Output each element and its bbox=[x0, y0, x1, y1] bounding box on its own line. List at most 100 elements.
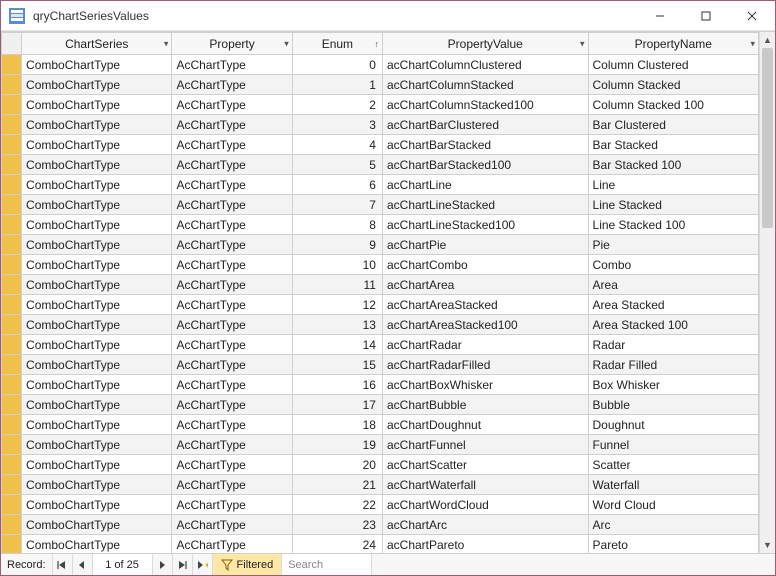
cell-property[interactable]: AcChartType bbox=[172, 495, 292, 515]
row-selector[interactable] bbox=[2, 75, 22, 95]
cell-propertyvalue[interactable]: acChartRadar bbox=[382, 335, 588, 355]
cell-property[interactable]: AcChartType bbox=[172, 415, 292, 435]
table-row[interactable]: ComboChartTypeAcChartType2acChartColumnS… bbox=[2, 95, 759, 115]
cell-propertyvalue[interactable]: acChartArea bbox=[382, 275, 588, 295]
row-selector[interactable] bbox=[2, 155, 22, 175]
cell-propertyvalue[interactable]: acChartRadarFilled bbox=[382, 355, 588, 375]
cell-property[interactable]: AcChartType bbox=[172, 215, 292, 235]
table-row[interactable]: ComboChartTypeAcChartType14acChartRadarR… bbox=[2, 335, 759, 355]
cell-property[interactable]: AcChartType bbox=[172, 95, 292, 115]
cell-chartseries[interactable]: ComboChartType bbox=[22, 535, 172, 554]
row-selector[interactable] bbox=[2, 335, 22, 355]
cell-propertyname[interactable]: Scatter bbox=[588, 455, 758, 475]
cell-enum[interactable]: 5 bbox=[292, 155, 382, 175]
cell-property[interactable]: AcChartType bbox=[172, 355, 292, 375]
cell-propertyvalue[interactable]: acChartBarClustered bbox=[382, 115, 588, 135]
cell-enum[interactable]: 4 bbox=[292, 135, 382, 155]
filter-indicator[interactable]: Filtered bbox=[213, 554, 283, 575]
close-button[interactable] bbox=[729, 1, 775, 30]
cell-chartseries[interactable]: ComboChartType bbox=[22, 255, 172, 275]
table-row[interactable]: ComboChartTypeAcChartType9acChartPiePie bbox=[2, 235, 759, 255]
row-selector[interactable] bbox=[2, 355, 22, 375]
cell-propertyname[interactable]: Column Clustered bbox=[588, 55, 758, 75]
cell-propertyvalue[interactable]: acChartPie bbox=[382, 235, 588, 255]
cell-propertyname[interactable]: Arc bbox=[588, 515, 758, 535]
row-selector[interactable] bbox=[2, 115, 22, 135]
cell-enum[interactable]: 9 bbox=[292, 235, 382, 255]
col-header-chartseries[interactable]: ChartSeries ▾ bbox=[22, 33, 172, 55]
search-input[interactable]: Search bbox=[282, 554, 372, 575]
cell-property[interactable]: AcChartType bbox=[172, 155, 292, 175]
chevron-down-icon[interactable]: ▾ bbox=[580, 38, 585, 49]
cell-chartseries[interactable]: ComboChartType bbox=[22, 335, 172, 355]
cell-propertyvalue[interactable]: acChartColumnStacked bbox=[382, 75, 588, 95]
row-selector[interactable] bbox=[2, 315, 22, 335]
cell-propertyname[interactable]: Combo bbox=[588, 255, 758, 275]
table-row[interactable]: ComboChartTypeAcChartType3acChartBarClus… bbox=[2, 115, 759, 135]
cell-propertyvalue[interactable]: acChartDoughnut bbox=[382, 415, 588, 435]
cell-propertyvalue[interactable]: acChartLineStacked bbox=[382, 195, 588, 215]
cell-chartseries[interactable]: ComboChartType bbox=[22, 455, 172, 475]
table-row[interactable]: ComboChartTypeAcChartType15acChartRadarF… bbox=[2, 355, 759, 375]
col-header-propertyvalue[interactable]: PropertyValue ▾ bbox=[382, 33, 588, 55]
sort-asc-icon[interactable]: ↑ bbox=[374, 39, 379, 49]
cell-enum[interactable]: 2 bbox=[292, 95, 382, 115]
cell-property[interactable]: AcChartType bbox=[172, 135, 292, 155]
cell-propertyvalue[interactable]: acChartCombo bbox=[382, 255, 588, 275]
cell-propertyvalue[interactable]: acChartColumnClustered bbox=[382, 55, 588, 75]
cell-propertyname[interactable]: Funnel bbox=[588, 435, 758, 455]
row-selector[interactable] bbox=[2, 195, 22, 215]
table-row[interactable]: ComboChartTypeAcChartType5acChartBarStac… bbox=[2, 155, 759, 175]
cell-chartseries[interactable]: ComboChartType bbox=[22, 435, 172, 455]
row-selector[interactable] bbox=[2, 175, 22, 195]
cell-propertyvalue[interactable]: acChartBubble bbox=[382, 395, 588, 415]
cell-property[interactable]: AcChartType bbox=[172, 475, 292, 495]
table-row[interactable]: ComboChartTypeAcChartType13acChartAreaSt… bbox=[2, 315, 759, 335]
cell-chartseries[interactable]: ComboChartType bbox=[22, 95, 172, 115]
cell-propertyname[interactable]: Column Stacked 100 bbox=[588, 95, 758, 115]
cell-property[interactable]: AcChartType bbox=[172, 335, 292, 355]
scroll-thumb[interactable] bbox=[762, 48, 773, 228]
cell-propertyname[interactable]: Bar Stacked bbox=[588, 135, 758, 155]
cell-propertyname[interactable]: Pareto bbox=[588, 535, 758, 554]
cell-property[interactable]: AcChartType bbox=[172, 315, 292, 335]
cell-propertyvalue[interactable]: acChartWordCloud bbox=[382, 495, 588, 515]
cell-propertyname[interactable]: Line Stacked 100 bbox=[588, 215, 758, 235]
table-row[interactable]: ComboChartTypeAcChartType7acChartLineSta… bbox=[2, 195, 759, 215]
cell-enum[interactable]: 7 bbox=[292, 195, 382, 215]
cell-chartseries[interactable]: ComboChartType bbox=[22, 135, 172, 155]
cell-chartseries[interactable]: ComboChartType bbox=[22, 315, 172, 335]
cell-enum[interactable]: 14 bbox=[292, 335, 382, 355]
row-selector[interactable] bbox=[2, 395, 22, 415]
cell-property[interactable]: AcChartType bbox=[172, 115, 292, 135]
cell-chartseries[interactable]: ComboChartType bbox=[22, 195, 172, 215]
cell-propertyname[interactable]: Bar Clustered bbox=[588, 115, 758, 135]
cell-propertyvalue[interactable]: acChartPareto bbox=[382, 535, 588, 554]
row-selector[interactable] bbox=[2, 55, 22, 75]
cell-property[interactable]: AcChartType bbox=[172, 75, 292, 95]
cell-propertyvalue[interactable]: acChartScatter bbox=[382, 455, 588, 475]
scroll-track[interactable] bbox=[760, 48, 775, 537]
row-selector[interactable] bbox=[2, 515, 22, 535]
table-row[interactable]: ComboChartTypeAcChartType1acChartColumnS… bbox=[2, 75, 759, 95]
cell-enum[interactable]: 13 bbox=[292, 315, 382, 335]
cell-chartseries[interactable]: ComboChartType bbox=[22, 75, 172, 95]
cell-enum[interactable]: 17 bbox=[292, 395, 382, 415]
cell-property[interactable]: AcChartType bbox=[172, 175, 292, 195]
scroll-up-arrow-icon[interactable]: ▲ bbox=[760, 32, 775, 48]
cell-property[interactable]: AcChartType bbox=[172, 195, 292, 215]
cell-chartseries[interactable]: ComboChartType bbox=[22, 495, 172, 515]
row-selector[interactable] bbox=[2, 295, 22, 315]
cell-property[interactable]: AcChartType bbox=[172, 255, 292, 275]
row-selector[interactable] bbox=[2, 215, 22, 235]
table-row[interactable]: ComboChartTypeAcChartType23acChartArcArc bbox=[2, 515, 759, 535]
cell-propertyvalue[interactable]: acChartAreaStacked bbox=[382, 295, 588, 315]
cell-enum[interactable]: 20 bbox=[292, 455, 382, 475]
cell-propertyvalue[interactable]: acChartBarStacked100 bbox=[382, 155, 588, 175]
row-selector[interactable] bbox=[2, 275, 22, 295]
row-selector[interactable] bbox=[2, 235, 22, 255]
col-header-enum[interactable]: Enum ↑ bbox=[292, 33, 382, 55]
cell-chartseries[interactable]: ComboChartType bbox=[22, 475, 172, 495]
cell-propertyvalue[interactable]: acChartBoxWhisker bbox=[382, 375, 588, 395]
cell-propertyvalue[interactable]: acChartBarStacked bbox=[382, 135, 588, 155]
